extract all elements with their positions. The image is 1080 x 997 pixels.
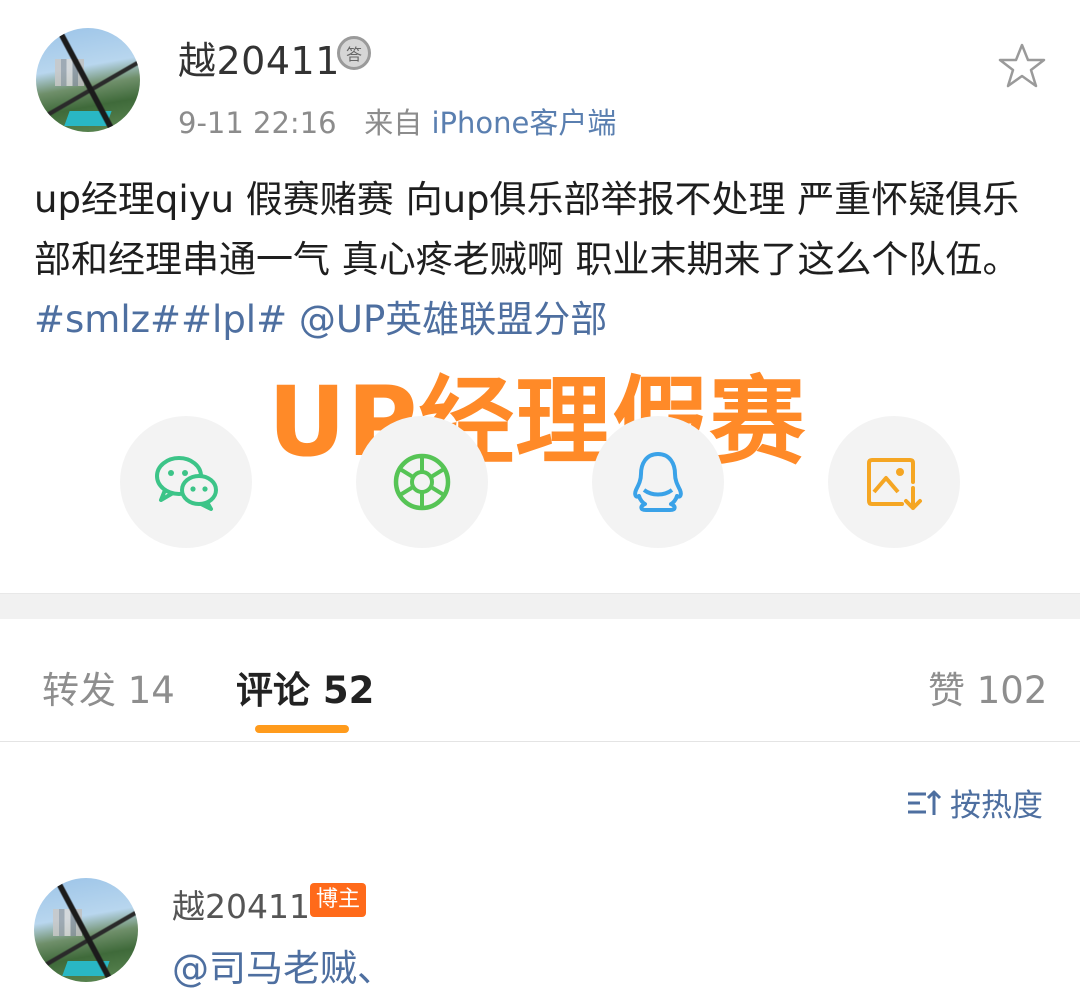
qq-icon: [633, 452, 683, 512]
author-avatar[interactable]: [36, 28, 140, 132]
active-tab-indicator: [255, 725, 349, 733]
post-body: up经理qiyu 假赛赌赛 向up俱乐部举报不处理 严重怀疑俱乐部和经理串通一气…: [34, 178, 1020, 281]
tab-comments[interactable]: 评论 52: [236, 660, 374, 714]
post-time: 9-11 22:16: [178, 106, 337, 140]
wechat-icon: [155, 456, 218, 511]
author-username[interactable]: 越20411: [178, 30, 340, 85]
watermark-text: UP经理假赛: [268, 366, 807, 478]
share-qq-button[interactable]: [592, 416, 724, 548]
source-prefix: 来自: [364, 106, 423, 140]
save-image-icon: [867, 458, 922, 510]
save-image-button[interactable]: [828, 416, 960, 548]
section-divider: [0, 593, 1080, 619]
weibo-post-page: 越20411 答 9-11 22:16 来自 iPhone客户端 up经理qiy…: [0, 0, 1080, 997]
comment-text[interactable]: @司马老贼、: [172, 938, 394, 992]
medal-icon: 答: [337, 36, 371, 70]
share-moments-button[interactable]: [356, 416, 488, 548]
hashtag-lpl[interactable]: #lpl#: [181, 298, 287, 341]
mention-link[interactable]: @UP英雄联盟分部: [299, 298, 607, 341]
tab-repost[interactable]: 转发 14: [42, 660, 175, 714]
sort-by-hot-button[interactable]: 按热度: [906, 780, 1043, 825]
post-text: up经理qiyu 假赛赌赛 向up俱乐部举报不处理 严重怀疑俱乐部和经理串通一气…: [34, 170, 1054, 350]
share-wechat-button[interactable]: [120, 416, 252, 548]
favorite-star-icon[interactable]: [996, 40, 1048, 92]
tab-bar-divider: [0, 741, 1080, 742]
commenter-avatar[interactable]: [34, 878, 138, 982]
post-source[interactable]: iPhone客户端: [432, 106, 617, 140]
hashtag-smlz[interactable]: #smlz#: [34, 298, 181, 341]
moments-icon: [393, 453, 451, 511]
post-meta: 9-11 22:16 来自 iPhone客户端: [178, 100, 616, 142]
commenter-username[interactable]: 越20411: [172, 880, 310, 928]
sort-label: 按热度: [950, 788, 1043, 824]
tab-likes[interactable]: 赞 102: [928, 660, 1047, 714]
author-badge: 博主: [310, 883, 367, 917]
sort-icon: [908, 790, 942, 815]
